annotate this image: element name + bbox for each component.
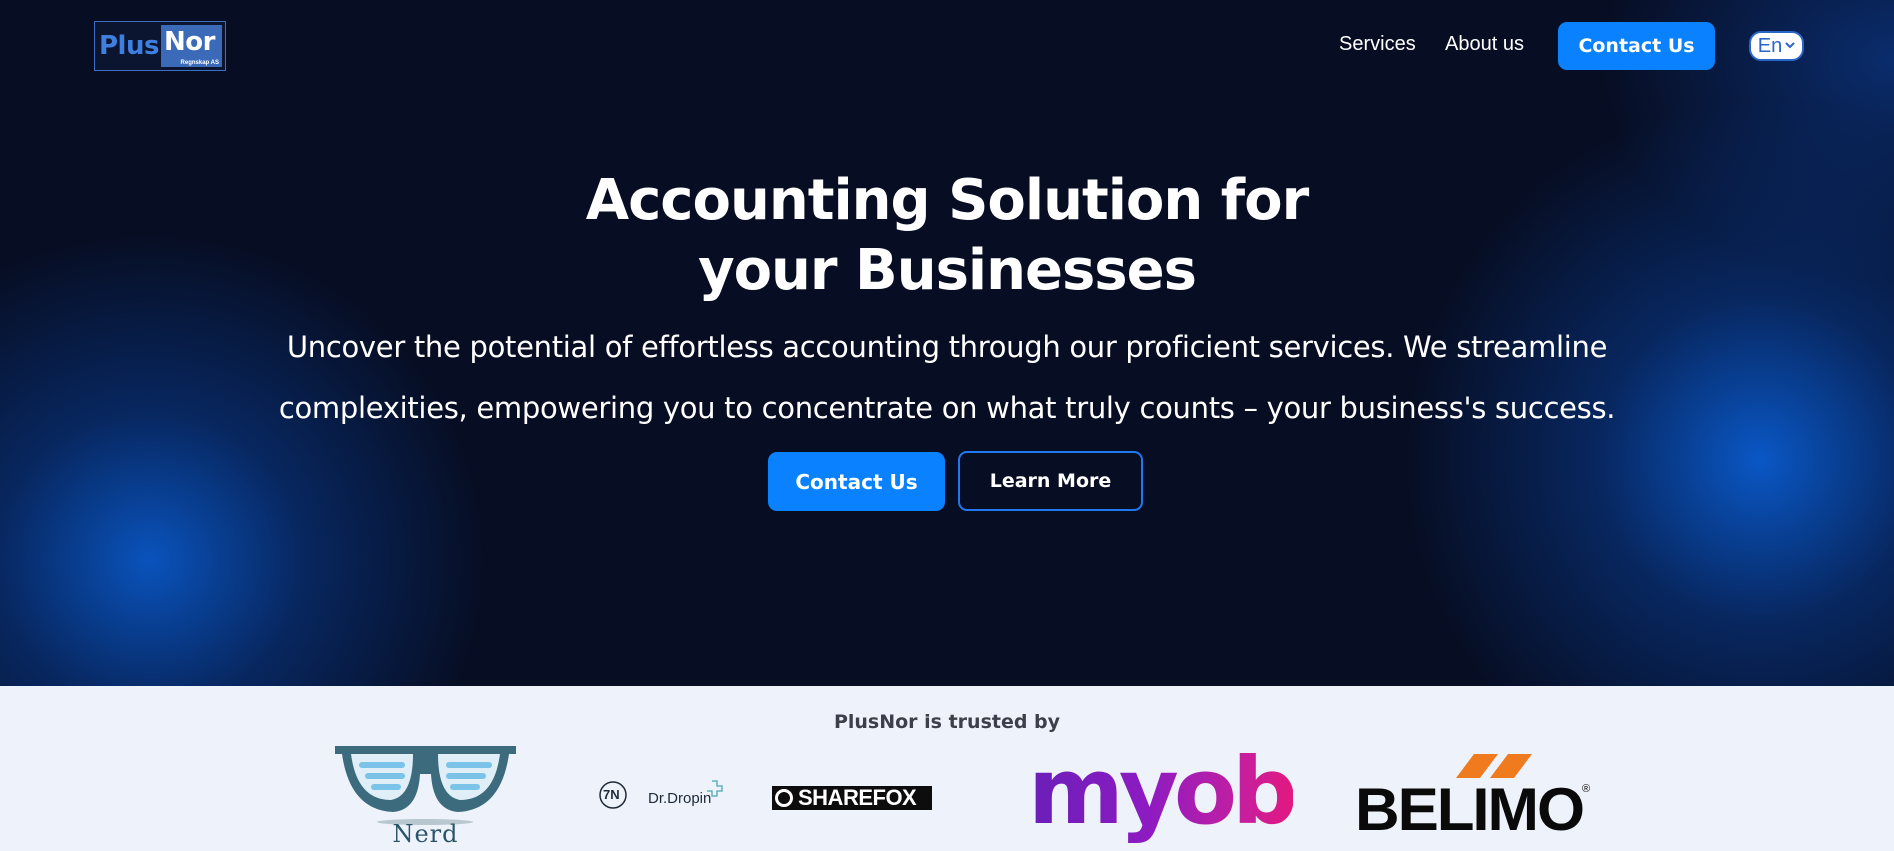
language-value: En (1757, 34, 1783, 57)
chevron-down-icon (1785, 40, 1795, 52)
belimo-registered-mark: ® (1582, 783, 1591, 795)
seven-n-text: 7N (603, 787, 620, 802)
hero-subtitle: Uncover the potential of effortless acco… (278, 330, 1616, 425)
learn-more-button[interactable]: Learn More (958, 451, 1143, 511)
sharefox-logo: SHAREFOX (772, 786, 932, 810)
belimo-logo: BELIMO ® (1355, 754, 1595, 842)
nav-services-link[interactable]: Services (1339, 33, 1416, 56)
sharefox-wordmark: SHAREFOX (798, 785, 917, 810)
logo-plus-text: Plus (99, 31, 159, 61)
nerd-glasses-icon (335, 746, 516, 825)
hero-title-line1: Accounting Solution for (585, 168, 1309, 233)
nav-about-link[interactable]: About us (1445, 33, 1524, 56)
hero-section: Plus Nor Regnskap AS Services About us C… (0, 0, 1894, 686)
language-select[interactable]: En (1749, 31, 1804, 61)
logo-subtitle: Regnskap AS (180, 60, 219, 66)
myob-wordmark: myob (1028, 738, 1298, 845)
trusted-by-section: PlusNor is trusted by Nerd 7N Dr.Dropin … (0, 686, 1894, 851)
nerd-wordmark: Nerd (392, 820, 459, 848)
myob-logo: myob (1028, 742, 1298, 842)
hero-title: Accounting Solution for your Businesses (0, 166, 1894, 306)
belimo-wordmark: BELIMO (1355, 776, 1585, 843)
trusted-by-title: PlusNor is trusted by (833, 711, 1061, 733)
nerd-logo: Nerd (333, 744, 518, 851)
logo-nor-box: Nor Regnskap AS (160, 25, 222, 67)
header-contact-button[interactable]: Contact Us (1558, 22, 1715, 70)
plusnor-logo[interactable]: Plus Nor Regnskap AS (94, 21, 226, 71)
hero-contact-button[interactable]: Contact Us (768, 452, 945, 511)
hero-title-line2: your Businesses (698, 238, 1197, 303)
sharefox-ring-icon (775, 789, 793, 807)
plus-cross-icon (707, 780, 723, 797)
drdropin-logo: 7N Dr.Dropin (598, 780, 728, 812)
logo-nor-text: Nor (163, 27, 215, 57)
drdropin-wordmark: Dr.Dropin (648, 790, 712, 807)
